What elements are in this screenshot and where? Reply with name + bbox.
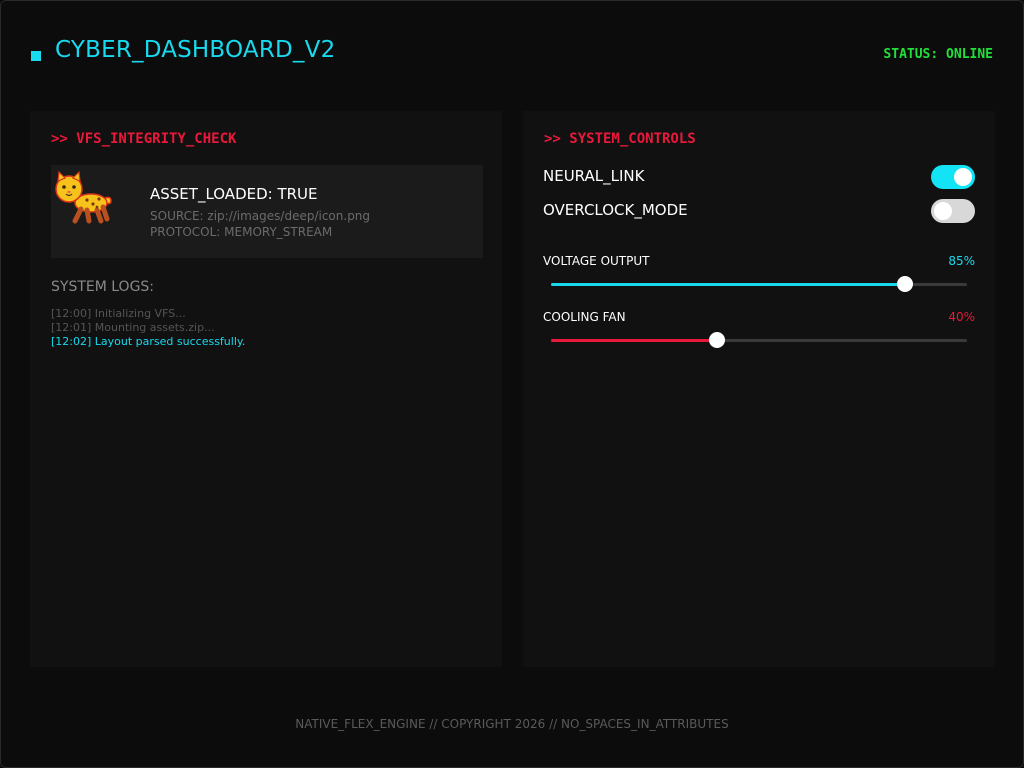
asset-card: ASSET_LOADED: TRUE SOURCE: zip://images/… [51, 165, 483, 258]
log-line: [12:01] Mounting assets.zip... [51, 321, 215, 334]
vfs-panel: >> VFS_INTEGRITY_CHECK ASSET_LOADED: TRU… [30, 111, 502, 667]
neural-link-label: NEURAL_LINK [543, 167, 645, 185]
header: CYBER_DASHBOARD_V2 STATUS: ONLINE [31, 37, 993, 73]
toggle-knob [954, 168, 972, 186]
voltage-output-slider[interactable] [551, 276, 967, 292]
voltage-output-label: VOLTAGE OUTPUT [543, 254, 650, 268]
cooling-fan-fill [551, 339, 718, 342]
asset-loaded-status: ASSET_LOADED: TRUE [150, 185, 318, 203]
overclock-mode-label: OVERCLOCK_MODE [543, 201, 688, 219]
cooling-fan-label: COOLING FAN [543, 310, 626, 324]
cooling-fan-value: 40% [948, 310, 975, 324]
log-line: [12:02] Layout parsed successfully. [51, 335, 246, 348]
brand-square-icon [31, 51, 41, 61]
toggle-knob [934, 202, 952, 220]
voltage-output-value: 85% [948, 254, 975, 268]
status-indicator: STATUS: ONLINE [883, 47, 993, 62]
vfs-panel-heading: >> VFS_INTEGRITY_CHECK [51, 131, 237, 147]
app-title: CYBER_DASHBOARD_V2 [55, 37, 336, 63]
asset-protocol: PROTOCOL: MEMORY_STREAM [150, 225, 333, 239]
app-window: CYBER_DASHBOARD_V2 STATUS: ONLINE >> VFS… [0, 0, 1024, 768]
overclock-mode-toggle[interactable] [931, 199, 975, 223]
system-controls-heading: >> SYSTEM_CONTROLS [544, 131, 696, 147]
neural-link-toggle[interactable] [931, 165, 975, 189]
leopard-icon [55, 170, 112, 224]
system-logs-title: SYSTEM LOGS: [51, 279, 155, 295]
asset-source: SOURCE: zip://images/deep/icon.png [150, 209, 371, 223]
log-line: [12:00] Initializing VFS... [51, 307, 186, 320]
system-controls-panel: >> SYSTEM_CONTROLS NEURAL_LINK OVERCLOCK… [523, 111, 995, 667]
cooling-fan-thumb[interactable] [709, 332, 726, 348]
footer: NATIVE_FLEX_ENGINE // COPYRIGHT 2026 // … [295, 717, 729, 731]
voltage-output-thumb[interactable] [896, 276, 913, 292]
cooling-fan-slider[interactable] [551, 332, 967, 348]
voltage-output-fill [551, 283, 905, 286]
